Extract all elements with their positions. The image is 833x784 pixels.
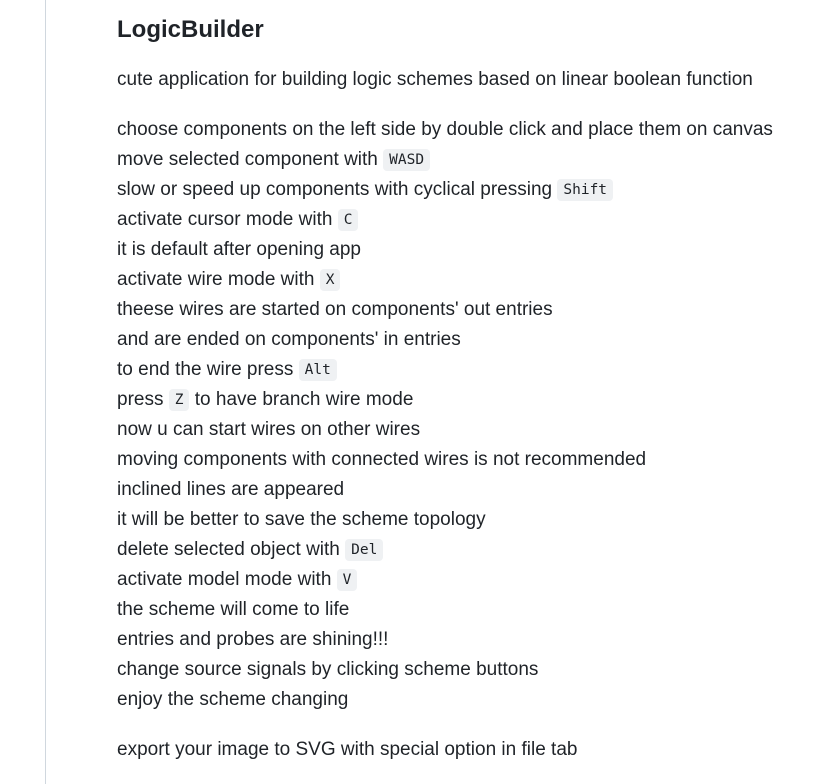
instruction-line: it is default after opening app xyxy=(117,239,362,260)
key-code: V xyxy=(336,569,358,591)
key-code: Alt xyxy=(298,359,337,381)
instruction-line: theese wires are started on components' … xyxy=(117,299,553,320)
readme-title: LogicBuilder xyxy=(117,16,264,43)
instruction-line: activate wire mode with X xyxy=(117,267,773,297)
instruction-line: move selected component with WASD xyxy=(117,147,773,177)
key-code: Shift xyxy=(557,179,614,201)
instruction-line: activate model mode with V xyxy=(117,567,773,597)
key-code: WASD xyxy=(383,149,431,171)
instruction-line: enjoy the scheme changing xyxy=(117,689,349,710)
instruction-line: to end the wire press Alt xyxy=(117,357,773,387)
instruction-line: the scheme will come to life xyxy=(117,599,350,620)
instruction-line: moving components with connected wires i… xyxy=(117,449,647,470)
instruction-line: and are ended on components' in entries xyxy=(117,329,461,350)
instruction-line: now u can start wires on other wires xyxy=(117,419,421,440)
key-code: Z xyxy=(168,389,190,411)
instruction-line: press Z to have branch wire mode xyxy=(117,389,414,411)
export-note: export your image to SVG with special op… xyxy=(117,739,578,760)
instruction-line: activate cursor mode with C xyxy=(117,207,773,237)
instruction-line: it will be better to save the scheme top… xyxy=(117,509,486,530)
readme-tagline: cute application for building logic sche… xyxy=(117,69,753,90)
key-code: Del xyxy=(345,539,384,561)
instruction-line: change source signals by clicking scheme… xyxy=(117,659,539,680)
instructions-list: choose components on the left side by do… xyxy=(117,117,773,717)
instruction-line: delete selected object with Del xyxy=(117,537,773,567)
instruction-line: slow or speed up components with cyclica… xyxy=(117,177,773,207)
content-left-border xyxy=(45,0,46,784)
key-code: C xyxy=(337,209,359,231)
instruction-line: choose components on the left side by do… xyxy=(117,119,773,140)
instruction-line: entries and probes are shining!!! xyxy=(117,629,389,650)
instruction-line: inclined lines are appeared xyxy=(117,479,345,500)
key-code: X xyxy=(319,269,341,291)
